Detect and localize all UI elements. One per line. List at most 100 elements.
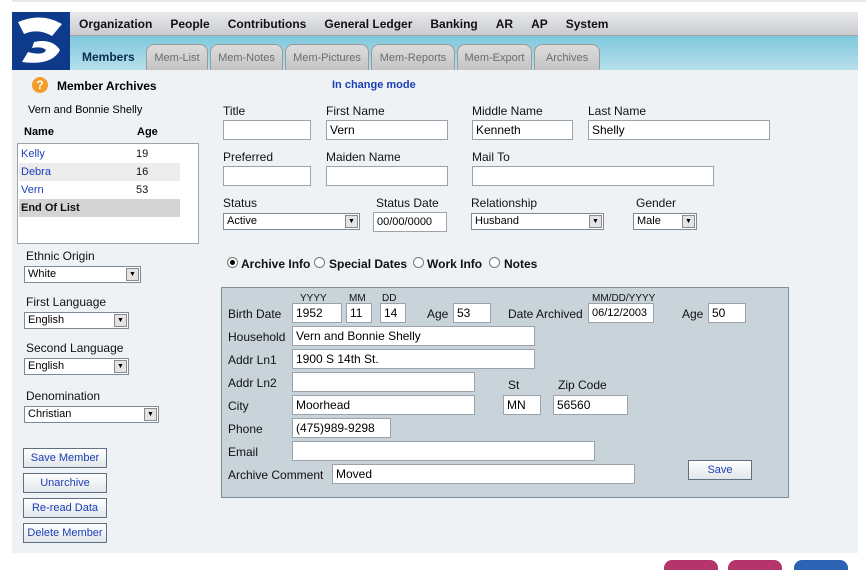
menu-general-ledger[interactable]: General Ledger [315, 17, 421, 31]
last-name-field[interactable]: Shelly [588, 120, 770, 140]
radio-notes[interactable] [489, 257, 500, 268]
birth-date-label: Birth Date [228, 307, 282, 321]
list-end-row[interactable]: End Of List [19, 199, 180, 217]
status-date-field[interactable]: 00/00/0000 [373, 212, 447, 232]
age-at-archive-field[interactable]: 50 [708, 303, 746, 323]
tab-mem-pictures[interactable]: Mem-Pictures [285, 44, 369, 70]
save-button[interactable]: Save [688, 460, 752, 480]
title-field[interactable] [223, 120, 311, 140]
second-language-label: Second Language [26, 341, 124, 355]
delete-member-button[interactable]: Delete Member [23, 523, 107, 543]
phone-label: Phone [228, 422, 263, 436]
household-name: Vern and Bonnie Shelly [28, 104, 143, 116]
preferred-label: Preferred [223, 150, 274, 164]
age-label: Age [427, 307, 449, 321]
addr-ln1-label: Addr Ln1 [228, 353, 277, 367]
dropdown-arrow-icon[interactable]: ▼ [144, 408, 157, 421]
first-name-label: First Name [326, 104, 385, 118]
archive-comment-field[interactable]: Moved [332, 464, 635, 484]
denomination-label: Denomination [26, 389, 101, 403]
email-field[interactable] [292, 441, 595, 461]
birth-day-field[interactable]: 14 [380, 303, 406, 323]
state-label: St [508, 378, 520, 392]
status-date-label: Status Date [376, 196, 439, 210]
radio-special-dates-label[interactable]: Special Dates [329, 257, 407, 271]
mode-indicator: In change mode [332, 79, 416, 91]
radio-work-info-label[interactable]: Work Info [427, 257, 482, 271]
menu-ar[interactable]: AR [487, 17, 522, 31]
bottom-tab-3[interactable] [794, 560, 848, 570]
main-menu-bar: Organization People Contributions Genera… [70, 12, 858, 36]
birth-month-field[interactable]: 11 [346, 303, 372, 323]
middle-name-field[interactable]: Kenneth [472, 120, 573, 140]
radio-special-dates[interactable] [314, 257, 325, 268]
first-language-select[interactable]: English ▼ [24, 312, 129, 329]
top-strip [0, 0, 866, 2]
second-language-select[interactable]: English ▼ [24, 358, 129, 375]
radio-notes-label[interactable]: Notes [504, 257, 537, 271]
radio-archive-info[interactable] [227, 257, 238, 268]
select-value: Husband [475, 215, 520, 227]
dropdown-arrow-icon[interactable]: ▼ [126, 268, 139, 281]
tab-mem-reports[interactable]: Mem-Reports [371, 44, 455, 70]
reread-data-button[interactable]: Re-read Data [23, 498, 107, 518]
list-end-label: End Of List [21, 202, 80, 214]
menu-banking[interactable]: Banking [421, 17, 486, 31]
household-label: Household [228, 330, 286, 344]
state-field[interactable]: MN [503, 395, 541, 415]
select-value: Active [227, 215, 257, 227]
dropdown-arrow-icon[interactable]: ▼ [114, 314, 127, 327]
select-value: English [28, 360, 65, 372]
radio-work-info[interactable] [413, 257, 424, 268]
dropdown-arrow-icon[interactable]: ▼ [682, 215, 695, 228]
denomination-select[interactable]: Christian ▼ [24, 406, 159, 423]
ethnic-origin-label: Ethnic Origin [26, 249, 95, 263]
member-age: 19 [136, 148, 149, 160]
menu-ap[interactable]: AP [522, 17, 557, 31]
tab-mem-notes[interactable]: Mem-Notes [210, 44, 283, 70]
list-item[interactable]: Vern 53 [19, 181, 180, 199]
date-archived-field[interactable]: 06/12/2003 [588, 303, 654, 323]
bottom-tab-1[interactable] [664, 560, 718, 570]
tab-mem-list[interactable]: Mem-List [146, 44, 208, 70]
city-field[interactable]: Moorhead [292, 395, 475, 415]
household-field[interactable]: Vern and Bonnie Shelly [292, 326, 535, 346]
addr-ln1-field[interactable]: 1900 S 14th St. [292, 349, 535, 369]
mail-to-field[interactable] [472, 166, 714, 186]
email-label: Email [228, 445, 259, 459]
gender-select[interactable]: Male ▼ [633, 213, 697, 230]
tab-archives[interactable]: Archives [534, 44, 600, 70]
birth-year-field[interactable]: 1952 [292, 303, 342, 323]
phone-field[interactable]: (475)989-9298 [292, 418, 391, 438]
save-member-button[interactable]: Save Member [23, 448, 107, 468]
list-item[interactable]: Kelly 19 [19, 145, 180, 163]
menu-contributions[interactable]: Contributions [219, 17, 316, 31]
preferred-field[interactable] [223, 166, 311, 186]
maiden-name-field[interactable] [326, 166, 448, 186]
member-listbox: Kelly 19 Debra 16 Vern 53 End Of List [17, 143, 199, 244]
tab-mem-export[interactable]: Mem-Export [457, 44, 532, 70]
radio-archive-info-label[interactable]: Archive Info [241, 257, 310, 271]
bottom-tab-2[interactable] [728, 560, 782, 570]
mail-to-label: Mail To [472, 150, 510, 164]
ethnic-origin-select[interactable]: White ▼ [24, 266, 141, 283]
archive-comment-label: Archive Comment [228, 468, 324, 482]
member-name: Kelly [21, 148, 45, 160]
dropdown-arrow-icon[interactable]: ▼ [345, 215, 358, 228]
member-name: Debra [21, 166, 51, 178]
first-name-field[interactable]: Vern [326, 120, 448, 140]
help-icon[interactable]: ? [32, 77, 48, 93]
age-field[interactable]: 53 [453, 303, 491, 323]
relationship-select[interactable]: Husband ▼ [471, 213, 604, 230]
status-select[interactable]: Active ▼ [223, 213, 360, 230]
dropdown-arrow-icon[interactable]: ▼ [114, 360, 127, 373]
menu-system[interactable]: System [557, 17, 618, 31]
list-item[interactable]: Debra 16 [19, 163, 180, 181]
dropdown-arrow-icon[interactable]: ▼ [589, 215, 602, 228]
menu-organization[interactable]: Organization [70, 17, 161, 31]
zip-code-field[interactable]: 56560 [553, 395, 628, 415]
unarchive-button[interactable]: Unarchive [23, 473, 107, 493]
member-age: 53 [136, 184, 149, 196]
addr-ln2-field[interactable] [292, 372, 475, 392]
menu-people[interactable]: People [161, 17, 218, 31]
